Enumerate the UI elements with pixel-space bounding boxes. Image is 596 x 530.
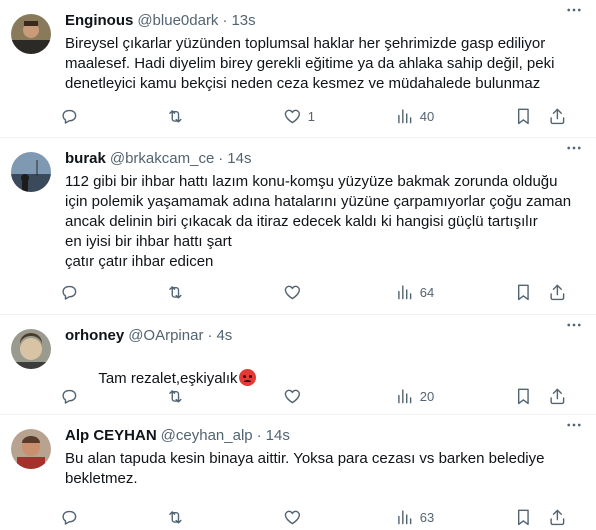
views-button[interactable]: 40 xyxy=(395,106,434,126)
action-bar: 63 xyxy=(49,507,584,527)
views-icon xyxy=(398,285,412,299)
bookmark-icon xyxy=(517,108,529,124)
views-icon xyxy=(398,109,412,123)
retweet-button[interactable] xyxy=(166,507,191,527)
more-icon[interactable] xyxy=(564,415,584,435)
tweet-3[interactable]: orhoney @OArpinar · 4s Tam rezalet,eşkiy… xyxy=(0,315,596,415)
tweet-text: 112 gibi bir ihbar hattı lazım konu-komş… xyxy=(65,173,572,270)
share-button[interactable] xyxy=(548,282,567,302)
separator-dot: · xyxy=(256,426,262,444)
timestamp[interactable]: 14s xyxy=(266,427,290,444)
retweet-icon xyxy=(169,510,182,524)
reply-button[interactable] xyxy=(60,386,85,406)
action-bar: 20 xyxy=(49,386,584,406)
retweet-icon xyxy=(169,285,182,299)
tweet-2[interactable]: burak @brkakcam_ce · 14s 112 gibi bir ih… xyxy=(0,138,596,315)
tweet-text: Tam rezalet,eşkiyalık xyxy=(98,370,238,387)
views-icon xyxy=(398,389,412,403)
views-count: 64 xyxy=(419,284,435,300)
separator-dot: · xyxy=(218,149,224,167)
like-icon xyxy=(284,109,301,123)
bookmark-button[interactable] xyxy=(514,106,533,126)
reply-button[interactable] xyxy=(60,106,85,126)
like-icon xyxy=(284,285,301,299)
more-icon[interactable] xyxy=(564,0,584,20)
retweet-icon xyxy=(169,389,182,403)
tweet-text: Bireysel çıkarlar yüzünden toplumsal hak… xyxy=(65,35,555,92)
like-button[interactable] xyxy=(283,282,308,302)
tweet-header: Enginous @blue0dark · 13s xyxy=(65,10,584,30)
bookmark-button[interactable] xyxy=(514,282,533,302)
like-count: 1 xyxy=(307,108,315,124)
display-name[interactable]: burak xyxy=(65,150,106,167)
separator-dot: · xyxy=(207,326,213,344)
retweet-icon xyxy=(169,109,182,123)
tweet-text: Bu alan tapuda kesin binaya aittir. Yoks… xyxy=(65,450,545,487)
retweet-button[interactable] xyxy=(166,386,191,406)
retweet-button[interactable] xyxy=(166,106,191,126)
bookmark-icon xyxy=(517,388,529,404)
action-bar: 64 xyxy=(49,282,584,302)
user-handle[interactable]: @ceyhan_alp xyxy=(161,427,253,444)
more-icon[interactable] xyxy=(564,138,584,158)
share-icon xyxy=(550,509,565,525)
display-name[interactable]: orhoney xyxy=(65,327,124,344)
tweet-4[interactable]: Alp CEYHAN @ceyhan_alp · 14s Bu alan tap… xyxy=(0,415,596,530)
reply-button[interactable] xyxy=(60,507,85,527)
views-icon xyxy=(398,510,412,524)
views-count: 63 xyxy=(419,509,435,525)
like-button[interactable] xyxy=(283,386,308,406)
like-button[interactable]: 1 xyxy=(283,106,315,126)
user-handle[interactable]: @brkakcam_ce xyxy=(110,150,214,167)
bookmark-button[interactable] xyxy=(514,386,533,406)
share-button[interactable] xyxy=(548,106,567,126)
angry-face-emoji xyxy=(238,369,256,386)
share-icon xyxy=(550,388,565,404)
retweet-button[interactable] xyxy=(166,282,191,302)
share-button[interactable] xyxy=(548,386,567,406)
avatar[interactable] xyxy=(11,152,51,192)
like-icon xyxy=(284,389,301,403)
user-handle[interactable]: @blue0dark xyxy=(137,12,218,29)
share-button[interactable] xyxy=(548,507,567,527)
like-icon xyxy=(284,510,301,524)
timestamp[interactable]: 4s xyxy=(216,327,232,344)
avatar[interactable] xyxy=(11,329,51,369)
reply-icon xyxy=(62,109,77,124)
avatar[interactable] xyxy=(11,429,51,469)
reply-icon xyxy=(62,510,77,525)
timestamp[interactable]: 13s xyxy=(231,12,255,29)
like-button[interactable] xyxy=(283,507,308,527)
bookmark-icon xyxy=(517,509,529,525)
separator-dot: · xyxy=(222,11,228,29)
views-button[interactable]: 64 xyxy=(395,282,434,302)
display-name[interactable]: Alp CEYHAN xyxy=(65,427,157,444)
reply-icon xyxy=(62,389,77,404)
timestamp[interactable]: 14s xyxy=(227,150,251,167)
views-button[interactable]: 63 xyxy=(395,507,434,527)
views-button[interactable]: 20 xyxy=(395,386,434,406)
action-bar: 1 40 xyxy=(49,106,584,126)
more-icon[interactable] xyxy=(564,315,584,335)
tweet-feed: Enginous @blue0dark · 13s Bireysel çıkar… xyxy=(0,0,596,530)
tweet-header: burak @brkakcam_ce · 14s xyxy=(65,148,584,168)
share-icon xyxy=(550,108,565,124)
avatar[interactable] xyxy=(11,14,51,54)
user-handle[interactable]: @OArpinar xyxy=(128,327,203,344)
reply-button[interactable] xyxy=(60,282,85,302)
share-icon xyxy=(550,284,565,300)
reply-icon xyxy=(62,285,77,300)
tweet-header: Alp CEYHAN @ceyhan_alp · 14s xyxy=(65,425,584,445)
tweet-1[interactable]: Enginous @blue0dark · 13s Bireysel çıkar… xyxy=(0,0,596,138)
views-count: 40 xyxy=(419,108,435,124)
display-name[interactable]: Enginous xyxy=(65,12,133,29)
views-count: 20 xyxy=(419,388,435,404)
bookmark-button[interactable] xyxy=(514,507,533,527)
tweet-header: orhoney @OArpinar · 4s xyxy=(65,325,584,345)
bookmark-icon xyxy=(517,284,529,300)
